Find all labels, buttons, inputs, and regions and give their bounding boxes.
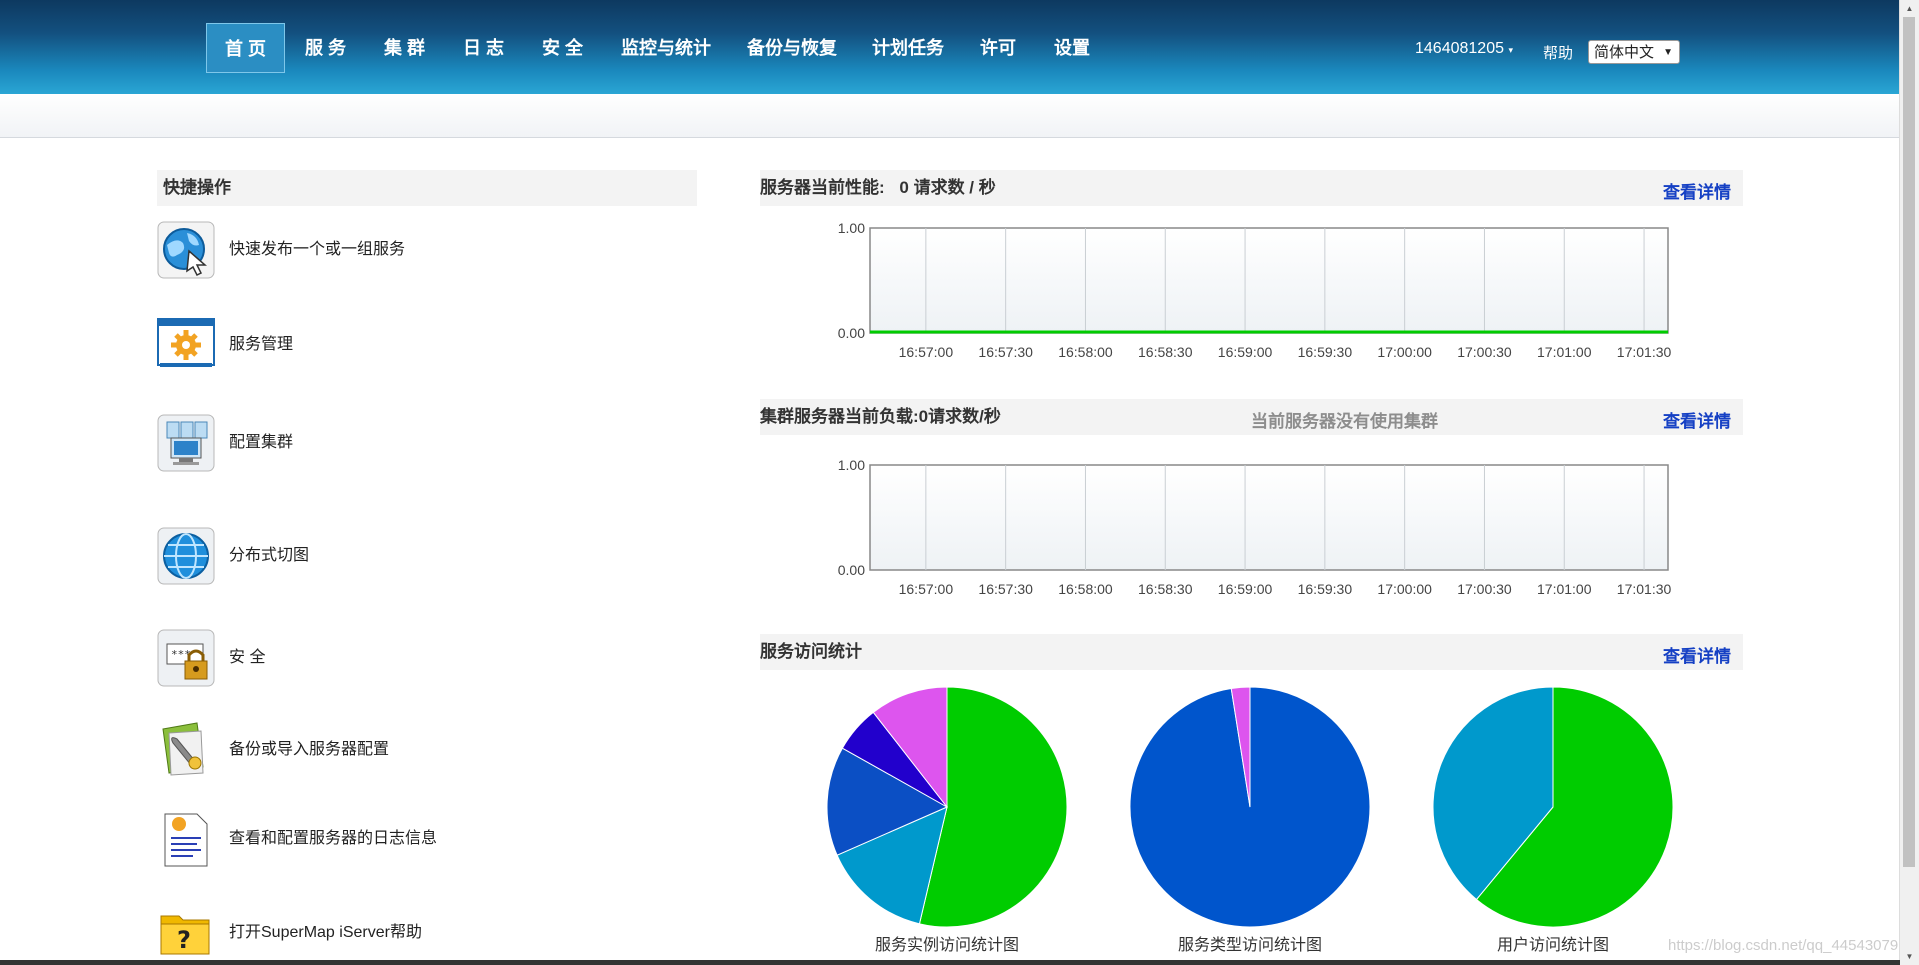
x-tick-label: 16:58:00	[1058, 344, 1113, 360]
cluster-note: 当前服务器没有使用集群	[1251, 412, 1438, 431]
quick-op-label[interactable]: 分布式切图	[229, 527, 309, 585]
cluster-line-chart: 16:57:00 16:57:30 16:58:00 16:58:30 16:59:00…	[838, 457, 1672, 597]
gear-window-icon	[157, 318, 215, 367]
x-tick-label: 16:59:30	[1298, 581, 1353, 597]
x-tick-label: 17:00:30	[1457, 344, 1512, 360]
perf-title: 服务器当前性能:	[760, 178, 885, 197]
x-tick-label: 16:57:30	[978, 581, 1033, 597]
nav-logs[interactable]: 日 志	[463, 24, 504, 72]
x-tick-label: 16:59:00	[1218, 581, 1273, 597]
log-document-icon	[164, 813, 208, 867]
type-access-pie	[1129, 686, 1371, 928]
quick-op-label[interactable]: 服务管理	[229, 316, 293, 374]
vertical-scrollbar[interactable]: ▲ ▼	[1899, 0, 1919, 965]
quick-op-label[interactable]: 配置集群	[229, 414, 293, 472]
nav-backup[interactable]: 备份与恢复	[747, 24, 837, 72]
window-bottom-edge	[0, 960, 1900, 965]
y-tick-label: 0.00	[838, 325, 865, 341]
perf-detail-link[interactable]: 查看详情	[1663, 178, 1731, 203]
access-detail-link[interactable]: 查看详情	[1663, 642, 1731, 667]
language-select[interactable]: 简体中文 ▼	[1588, 40, 1680, 64]
nav-monitor[interactable]: 监控与统计	[621, 24, 711, 72]
backup-wrench-icon	[162, 722, 204, 776]
nav-home[interactable]: 首 页	[206, 23, 286, 73]
x-tick-label: 17:01:30	[1617, 344, 1672, 360]
scroll-down-icon[interactable]: ▼	[1900, 948, 1919, 965]
nav-cluster[interactable]: 集 群	[384, 24, 425, 72]
quick-op-label[interactable]: 安 全	[229, 629, 265, 687]
user-name: 1464081205	[1415, 40, 1504, 57]
nav-security[interactable]: 安 全	[542, 24, 583, 72]
globe-grid-icon	[157, 527, 215, 585]
y-tick-label: 0.00	[838, 562, 865, 578]
instance-access-pie-label: 服务实例访问统计图	[874, 937, 1019, 954]
nav-services[interactable]: 服 务	[305, 24, 346, 72]
scroll-thumb[interactable]	[1903, 17, 1915, 867]
x-tick-label: 16:57:00	[899, 344, 954, 360]
sub-toolbar	[0, 94, 1900, 138]
user-access-pie-label: 用户访问统计图	[1496, 937, 1609, 954]
lock-password-icon: ***	[157, 629, 215, 687]
language-value: 简体中文	[1594, 44, 1655, 61]
nav-license[interactable]: 许可	[980, 24, 1016, 72]
user-access-pie	[1432, 686, 1674, 928]
plot-area	[869, 464, 1669, 571]
help-folder-icon: ?	[160, 915, 210, 955]
x-tick-label: 16:58:00	[1058, 581, 1113, 597]
x-tick-label: 17:00:00	[1377, 344, 1432, 360]
cluster-computer-icon	[157, 414, 215, 472]
x-tick-label: 16:57:00	[899, 581, 954, 597]
access-header: 服务访问统计	[760, 634, 1743, 670]
perf-header: 服务器当前性能: 0 请求数 / 秒	[760, 170, 1743, 206]
quick-ops-header: 快捷操作	[157, 170, 697, 206]
quick-op-label[interactable]: 备份或导入服务器配置	[229, 721, 389, 779]
x-tick-label: 16:59:00	[1218, 344, 1273, 360]
x-tick-label: 17:01:00	[1537, 344, 1592, 360]
type-access-pie-label: 服务类型访问统计图	[1177, 937, 1322, 954]
quick-op-label[interactable]: 快速发布一个或一组服务	[229, 221, 405, 279]
help-link[interactable]: 帮助	[1543, 42, 1573, 63]
x-tick-label: 16:57:30	[978, 344, 1033, 360]
x-tick-label: 17:00:00	[1377, 581, 1432, 597]
x-tick-label: 17:01:00	[1537, 581, 1592, 597]
x-tick-label: 17:00:30	[1457, 581, 1512, 597]
watermark: https://blog.csdn.net/qq_44543079	[1668, 937, 1899, 954]
quick-op-label[interactable]: 查看和配置服务器的日志信息	[229, 810, 437, 868]
plot-area	[869, 227, 1669, 334]
dropdown-arrow-icon: ▼	[1663, 47, 1673, 58]
top-nav-bar: 首 页 服 务 集 群 日 志 安 全 监控与统计 备份与恢复 计划任务 许可 …	[0, 0, 1900, 94]
x-tick-label: 16:58:30	[1138, 344, 1193, 360]
globe-cursor-icon	[157, 221, 215, 279]
cluster-value: 0请求数/秒	[918, 407, 1001, 426]
nav-settings[interactable]: 设置	[1054, 24, 1090, 72]
perf-line-chart: 16:57:00 16:57:30 16:58:00 16:58:30 16:59:00…	[838, 220, 1672, 360]
scroll-up-icon[interactable]: ▲	[1900, 0, 1919, 17]
x-tick-label: 17:01:30	[1617, 581, 1672, 597]
y-tick-label: 1.00	[838, 220, 865, 236]
instance-access-pie	[826, 686, 1068, 928]
user-menu[interactable]: 1464081205 ▾	[1415, 40, 1513, 58]
chevron-down-icon: ▾	[1508, 45, 1513, 55]
y-tick-label: 1.00	[838, 457, 865, 473]
cluster-detail-link[interactable]: 查看详情	[1663, 407, 1731, 432]
x-tick-label: 16:58:30	[1138, 581, 1193, 597]
x-tick-label: 16:59:30	[1298, 344, 1353, 360]
cluster-title: 集群服务器当前负载:	[760, 407, 919, 426]
nav-schedule[interactable]: 计划任务	[872, 24, 944, 72]
quick-op-label[interactable]: 打开SuperMap iServer帮助	[229, 904, 422, 962]
svg-text:?: ?	[177, 926, 191, 954]
perf-value: 0 请求数 / 秒	[899, 178, 996, 197]
